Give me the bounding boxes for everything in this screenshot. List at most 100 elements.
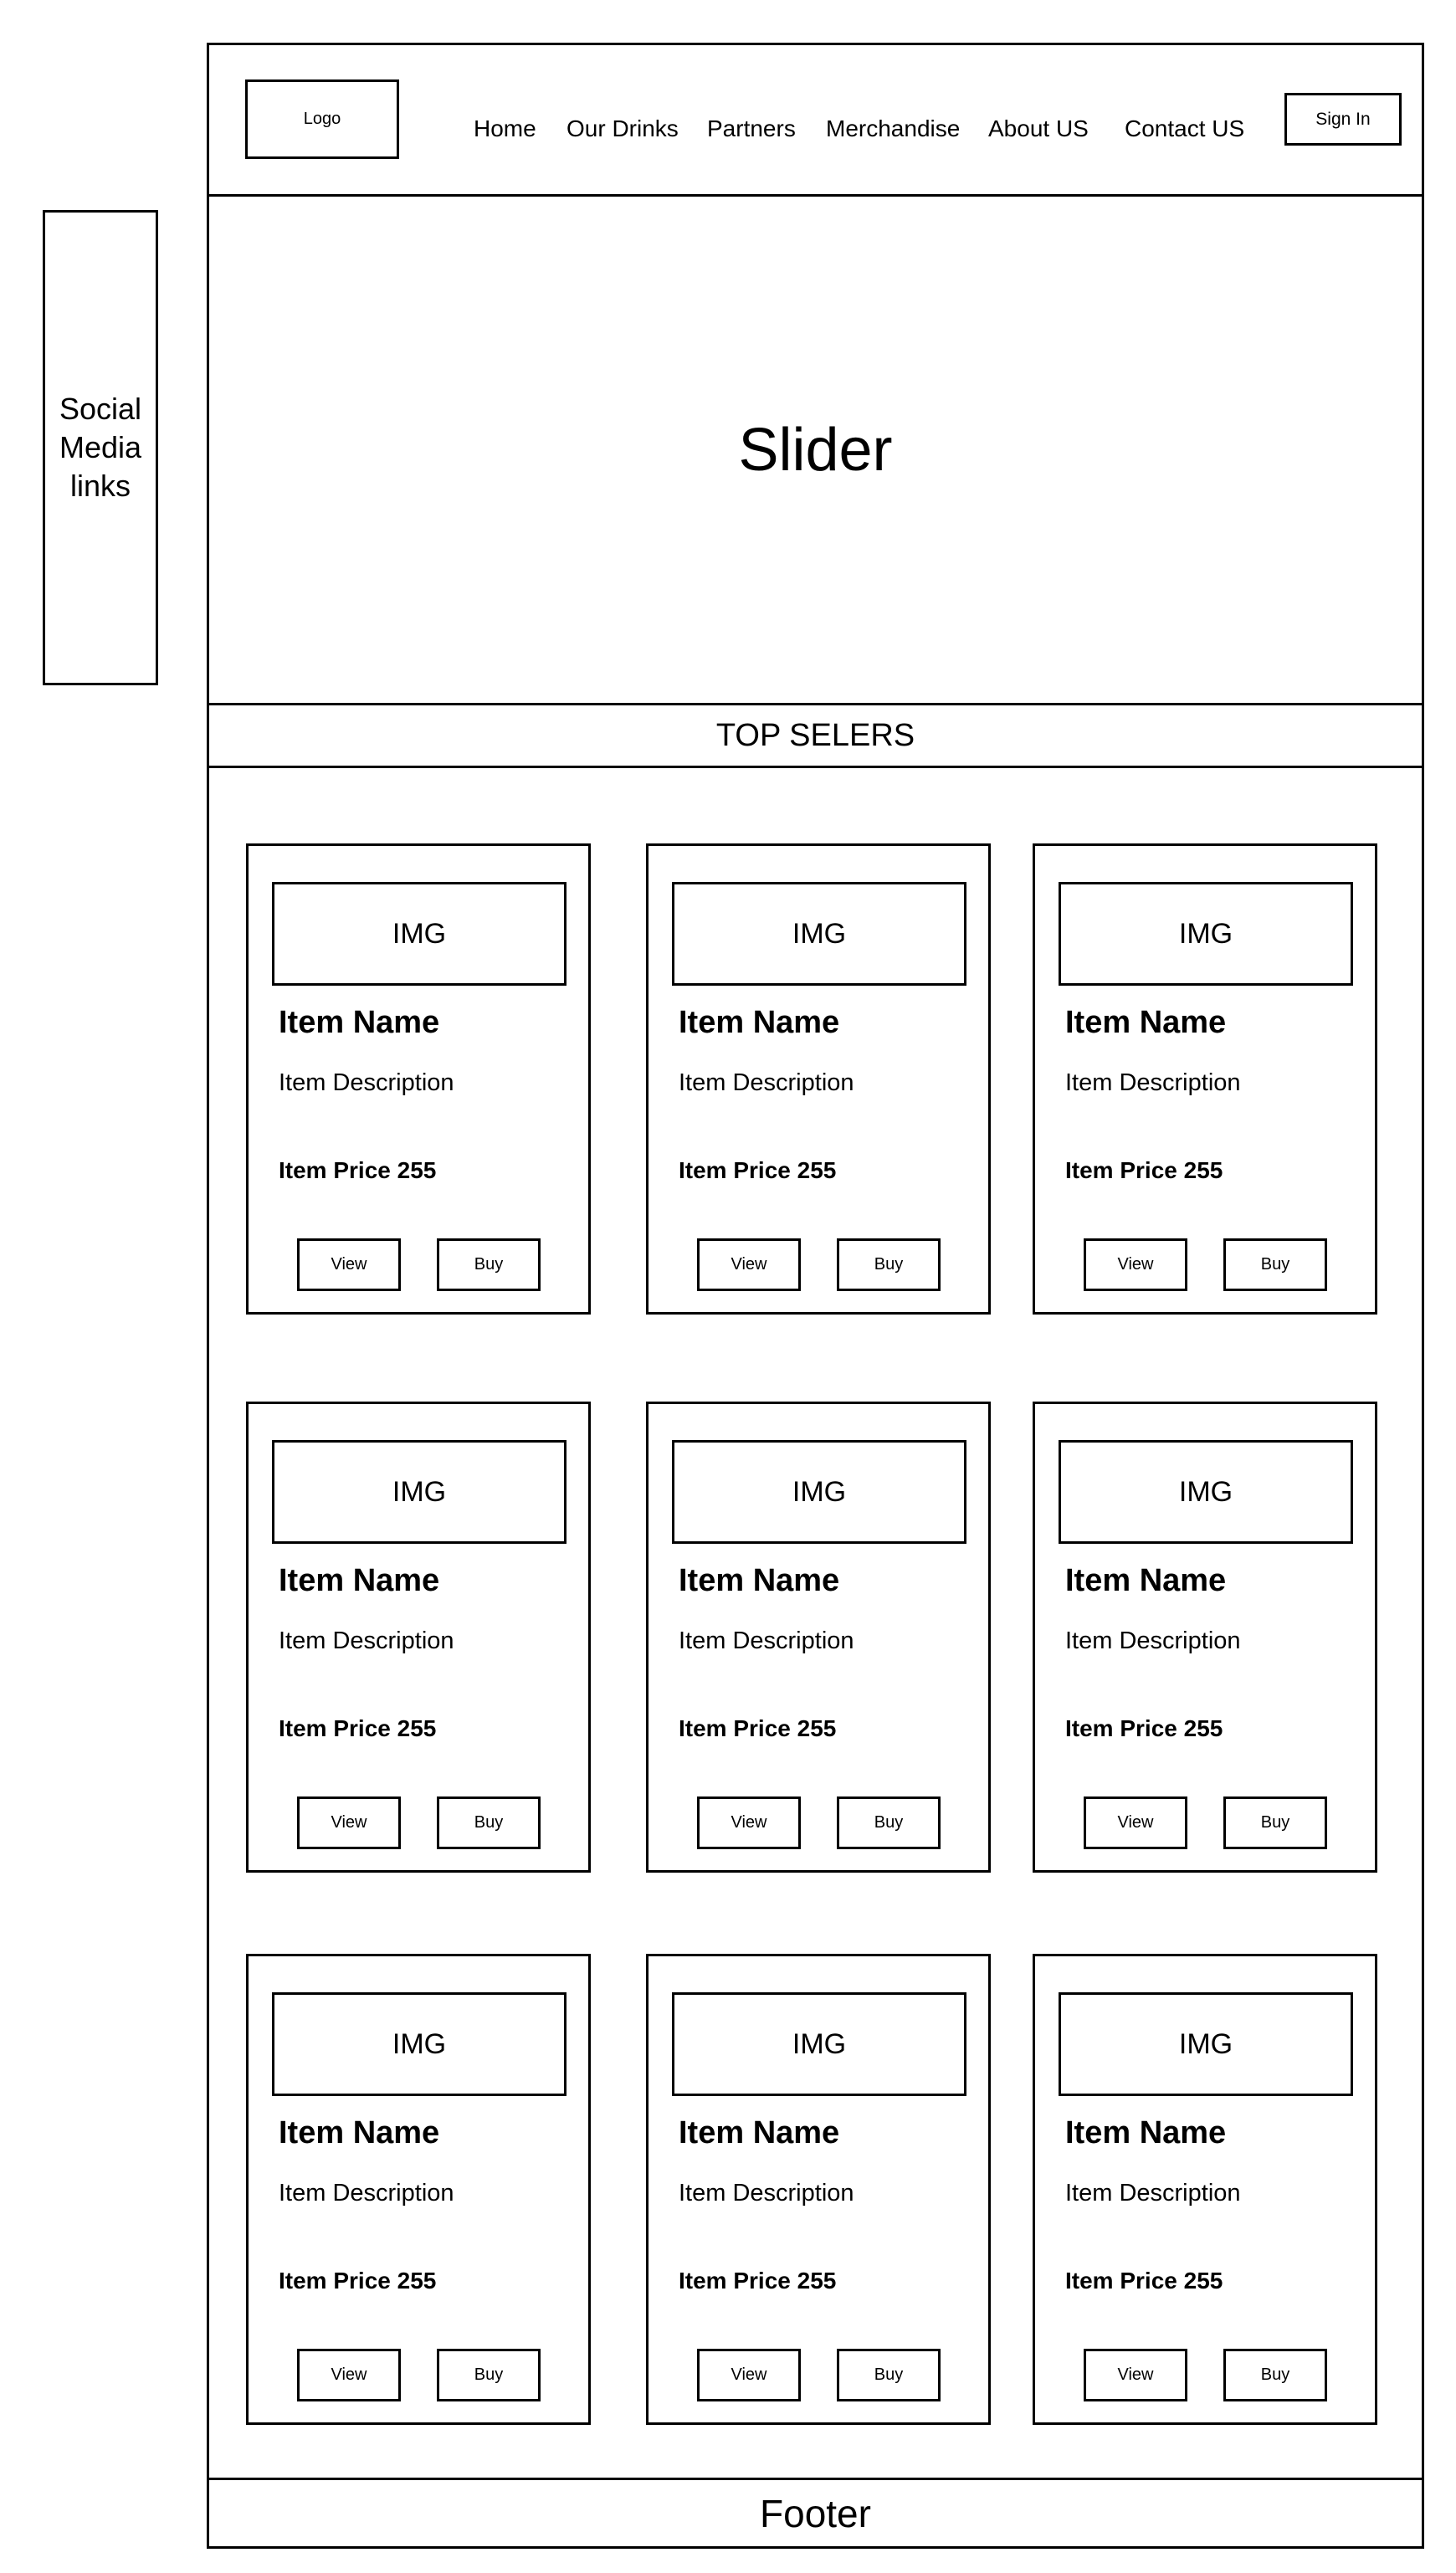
buy-button-label: Buy [874, 1255, 904, 1274]
product-name: Item Name [279, 1563, 440, 1598]
buy-button[interactable]: Buy [837, 2349, 941, 2401]
view-button[interactable]: View [697, 2349, 801, 2401]
product-card: IMG Item Name Item Description Item Pric… [246, 843, 591, 1315]
product-name: Item Name [279, 2115, 440, 2150]
nav-contact-us[interactable]: Contact US [1125, 115, 1244, 142]
product-price: Item Price 255 [279, 1715, 437, 1741]
product-image-label: IMG [392, 2027, 447, 2060]
product-name: Item Name [1065, 2115, 1227, 2150]
nav-merchandise[interactable]: Merchandise [826, 115, 960, 142]
view-button-label: View [1117, 1255, 1154, 1274]
product-image[interactable]: IMG [672, 1440, 966, 1544]
buy-button-label: Buy [474, 2365, 504, 2384]
section-title: TOP SELERS [207, 703, 1424, 768]
buy-button-label: Buy [1260, 2365, 1290, 2384]
view-button-label: View [731, 1813, 767, 1832]
product-name: Item Name [1065, 1563, 1227, 1598]
product-card: IMG Item Name Item Description Item Pric… [246, 1402, 591, 1873]
product-price: Item Price 255 [679, 1715, 837, 1741]
nav-home[interactable]: Home [474, 115, 536, 142]
product-price: Item Price 255 [279, 2268, 437, 2294]
product-image-label: IMG [392, 1475, 447, 1508]
product-image-label: IMG [1178, 2027, 1233, 2060]
buy-button-label: Buy [874, 2365, 904, 2384]
sign-in-button[interactable]: Sign In [1284, 93, 1402, 146]
product-image[interactable]: IMG [272, 1992, 567, 2096]
product-price: Item Price 255 [679, 2268, 837, 2294]
product-card: IMG Item Name Item Description Item Pric… [246, 1954, 591, 2425]
view-button-label: View [331, 2365, 367, 2384]
buy-button-label: Buy [874, 1813, 904, 1832]
view-button[interactable]: View [697, 1238, 801, 1291]
footer: Footer [207, 2478, 1424, 2549]
product-name: Item Name [679, 1563, 840, 1598]
logo[interactable]: Logo [245, 79, 399, 159]
product-image-label: IMG [1178, 1475, 1233, 1508]
product-card: IMG Item Name Item Description Item Pric… [646, 1954, 991, 2425]
buy-button-label: Buy [474, 1255, 504, 1274]
buy-button[interactable]: Buy [1223, 2349, 1327, 2401]
product-price: Item Price 255 [279, 1157, 437, 1183]
product-description: Item Description [279, 1627, 454, 1654]
product-image-label: IMG [792, 1475, 847, 1508]
buy-button[interactable]: Buy [437, 1796, 541, 1849]
view-button[interactable]: View [1084, 1796, 1187, 1849]
view-button[interactable]: View [297, 2349, 401, 2401]
product-card: IMG Item Name Item Description Item Pric… [1033, 1954, 1377, 2425]
nav-our-drinks[interactable]: Our Drinks [567, 115, 679, 142]
product-image[interactable]: IMG [1059, 1992, 1353, 2096]
product-image[interactable]: IMG [272, 882, 567, 986]
product-image[interactable]: IMG [272, 1440, 567, 1544]
product-image-label: IMG [392, 917, 447, 950]
product-card: IMG Item Name Item Description Item Pric… [1033, 843, 1377, 1315]
product-card: IMG Item Name Item Description Item Pric… [646, 1402, 991, 1873]
product-name: Item Name [1065, 1005, 1227, 1040]
hero-slider[interactable]: Slider [207, 194, 1424, 705]
product-image[interactable]: IMG [1059, 1440, 1353, 1544]
product-image[interactable]: IMG [672, 882, 966, 986]
product-description: Item Description [679, 2180, 854, 2207]
view-button[interactable]: View [1084, 2349, 1187, 2401]
product-name: Item Name [679, 2115, 840, 2150]
product-description: Item Description [279, 2180, 454, 2207]
buy-button[interactable]: Buy [837, 1238, 941, 1291]
buy-button[interactable]: Buy [837, 1796, 941, 1849]
buy-button[interactable]: Buy [1223, 1796, 1327, 1849]
nav-about-us[interactable]: About US [988, 115, 1089, 142]
view-button-label: View [1117, 1813, 1154, 1832]
product-price: Item Price 255 [1065, 1715, 1223, 1741]
product-description: Item Description [1065, 1069, 1241, 1096]
footer-label: Footer [760, 2491, 871, 2535]
buy-button-label: Buy [1260, 1255, 1290, 1274]
product-description: Item Description [679, 1627, 854, 1654]
view-button-label: View [731, 1255, 767, 1274]
sign-in-label: Sign In [1315, 109, 1371, 129]
buy-button-label: Buy [474, 1813, 504, 1832]
nav-partners[interactable]: Partners [707, 115, 796, 142]
product-name: Item Name [679, 1005, 840, 1040]
buy-button[interactable]: Buy [437, 1238, 541, 1291]
view-button[interactable]: View [697, 1796, 801, 1849]
view-button[interactable]: View [297, 1796, 401, 1849]
product-card: IMG Item Name Item Description Item Pric… [646, 843, 991, 1315]
product-card: IMG Item Name Item Description Item Pric… [1033, 1402, 1377, 1873]
product-image-label: IMG [1178, 917, 1233, 950]
product-image[interactable]: IMG [672, 1992, 966, 2096]
product-description: Item Description [1065, 1627, 1241, 1654]
view-button-label: View [731, 2365, 767, 2384]
product-price: Item Price 255 [1065, 2268, 1223, 2294]
slider-label: Slider [738, 416, 893, 484]
product-description: Item Description [279, 1069, 454, 1096]
social-media-links: Social Media links [43, 210, 158, 685]
buy-button-label: Buy [1260, 1813, 1290, 1832]
product-image-label: IMG [792, 2027, 847, 2060]
view-button[interactable]: View [1084, 1238, 1187, 1291]
social-media-label: Social Media links [59, 392, 142, 503]
product-image[interactable]: IMG [1059, 882, 1353, 986]
buy-button[interactable]: Buy [1223, 1238, 1327, 1291]
product-description: Item Description [1065, 2180, 1241, 2207]
buy-button[interactable]: Buy [437, 2349, 541, 2401]
view-button-label: View [331, 1813, 367, 1832]
product-price: Item Price 255 [1065, 1157, 1223, 1183]
view-button[interactable]: View [297, 1238, 401, 1291]
